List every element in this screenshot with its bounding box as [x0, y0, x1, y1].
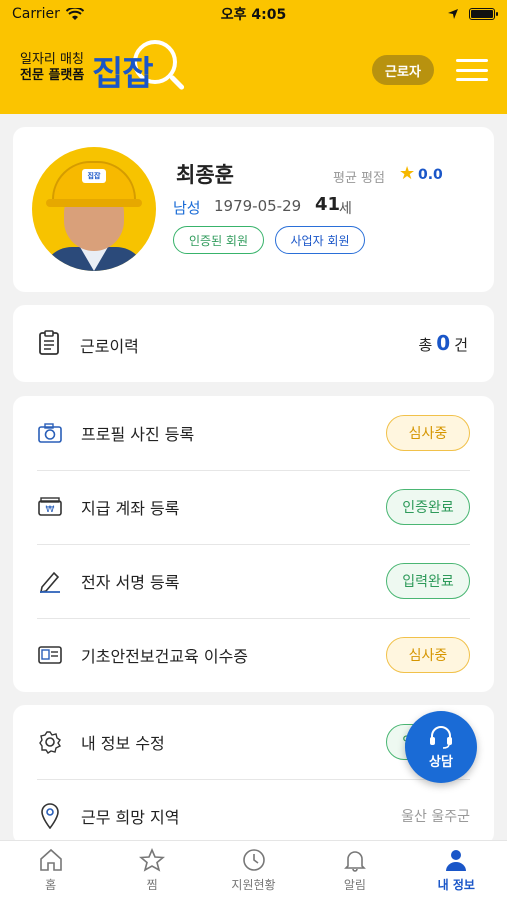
tagline-line2: 전문 플랫폼 — [20, 68, 85, 83]
doc-row-e-signature[interactable]: 전자 서명 등록 입력완료 — [37, 544, 470, 618]
region-value: 울산 울주군 — [401, 809, 470, 825]
tab-label: 내 정보 — [437, 878, 475, 892]
age-unit: 세 — [339, 201, 352, 217]
hamburger-menu-icon[interactable] — [456, 56, 488, 84]
edit-info-label: 내 정보 수정 — [81, 734, 165, 753]
role-button[interactable]: 근로자 — [372, 55, 434, 85]
location-pin-icon — [37, 803, 63, 829]
carrier-label: Carrier — [12, 6, 60, 22]
logo-tagline: 일자리 매칭 전문 플랫폼 — [20, 52, 84, 84]
svg-text:₩: ₩ — [46, 505, 55, 515]
age-value: 41 — [315, 194, 341, 215]
clipboard-icon — [39, 330, 59, 355]
avatar[interactable]: 집잡 — [32, 147, 156, 271]
headset-icon — [430, 725, 452, 749]
birthdate: 1979-05-29 — [214, 197, 302, 215]
total-prefix: 총 — [418, 336, 433, 354]
helmet-logo-icon: 집잡 — [82, 169, 106, 183]
total-unit: 건 — [454, 336, 468, 354]
user-name: 최종훈 — [176, 163, 234, 187]
id-card-icon — [37, 642, 63, 668]
consult-label: 상담 — [429, 754, 453, 770]
bottom-tab-bar: 홈 찜 지원현황 알림 내 정보 — [0, 840, 507, 900]
doc-label: 기초안전보건교육 이수증 — [81, 647, 249, 666]
clock-icon — [242, 849, 265, 871]
battery-icon — [469, 8, 498, 20]
star-icon — [139, 848, 166, 872]
pen-icon — [37, 568, 63, 594]
location-arrow-icon — [448, 9, 458, 19]
camera-icon — [37, 420, 63, 446]
status-bar: Carrier 오후 4:05 — [0, 0, 507, 28]
tagline-line1: 일자리 매칭 — [20, 52, 84, 67]
bell-icon — [343, 851, 366, 872]
status-badge[interactable]: 인증완료 — [386, 489, 470, 525]
wifi-icon — [65, 7, 84, 20]
bank-account-icon: ₩ — [37, 494, 63, 520]
clock: 오후 4:05 — [220, 7, 287, 23]
app-logo[interactable]: 집잡 — [92, 46, 154, 95]
doc-label: 지급 계좌 등록 — [81, 499, 180, 518]
work-history-total: 총 0 건 — [418, 331, 468, 355]
gender: 남성 — [173, 199, 201, 217]
gear-icon — [37, 729, 63, 755]
tab-my-info[interactable]: 내 정보 — [406, 841, 507, 900]
status-badge[interactable]: 심사중 — [386, 637, 470, 673]
documents-card: 프로필 사진 등록 심사중 ₩ 지급 계좌 등록 인증완료 전자 서명 등록 입… — [13, 396, 494, 692]
tab-favorites[interactable]: 찜 — [101, 841, 202, 900]
doc-row-bank-account[interactable]: ₩ 지급 계좌 등록 인증완료 — [37, 470, 470, 544]
consult-button[interactable]: 상담 — [405, 711, 477, 783]
star-icon: ★ — [399, 163, 416, 184]
tab-label: 찜 — [146, 878, 158, 892]
status-badge[interactable]: 입력완료 — [386, 563, 470, 599]
profile-card: 집잡 최종훈 평균 평점 ★ 0.0 남성 1979-05-29 41 세 인증… — [13, 127, 494, 292]
doc-label: 프로필 사진 등록 — [81, 425, 195, 444]
rating-value: 0.0 — [418, 167, 443, 183]
tab-home[interactable]: 홈 — [0, 841, 101, 900]
tab-notifications[interactable]: 알림 — [304, 841, 405, 900]
doc-row-safety-certificate[interactable]: 기초안전보건교육 이수증 심사중 — [37, 618, 470, 692]
business-member-badge: 사업자 회원 — [275, 226, 365, 254]
person-icon — [446, 850, 467, 871]
verified-member-badge: 인증된 회원 — [173, 226, 264, 254]
magnifier-handle — [168, 74, 186, 91]
region-label: 근무 희망 지역 — [81, 808, 180, 827]
work-history-count: 0 — [436, 331, 451, 355]
work-history-card[interactable]: 근로이력 총 0 건 — [13, 305, 494, 382]
doc-row-profile-photo[interactable]: 프로필 사진 등록 심사중 — [37, 396, 470, 470]
status-badge[interactable]: 심사중 — [386, 415, 470, 451]
work-history-label: 근로이력 — [80, 337, 139, 356]
tab-label: 알림 — [343, 878, 366, 892]
tab-label: 홈 — [45, 878, 57, 892]
doc-label: 전자 서명 등록 — [81, 573, 180, 592]
tab-label: 지원현황 — [231, 878, 276, 892]
rating-label: 평균 평점 — [333, 171, 385, 186]
home-icon — [39, 848, 62, 871]
tab-applications[interactable]: 지원현황 — [203, 841, 304, 900]
app-header: 일자리 매칭 전문 플랫폼 집잡 근로자 — [0, 28, 507, 114]
